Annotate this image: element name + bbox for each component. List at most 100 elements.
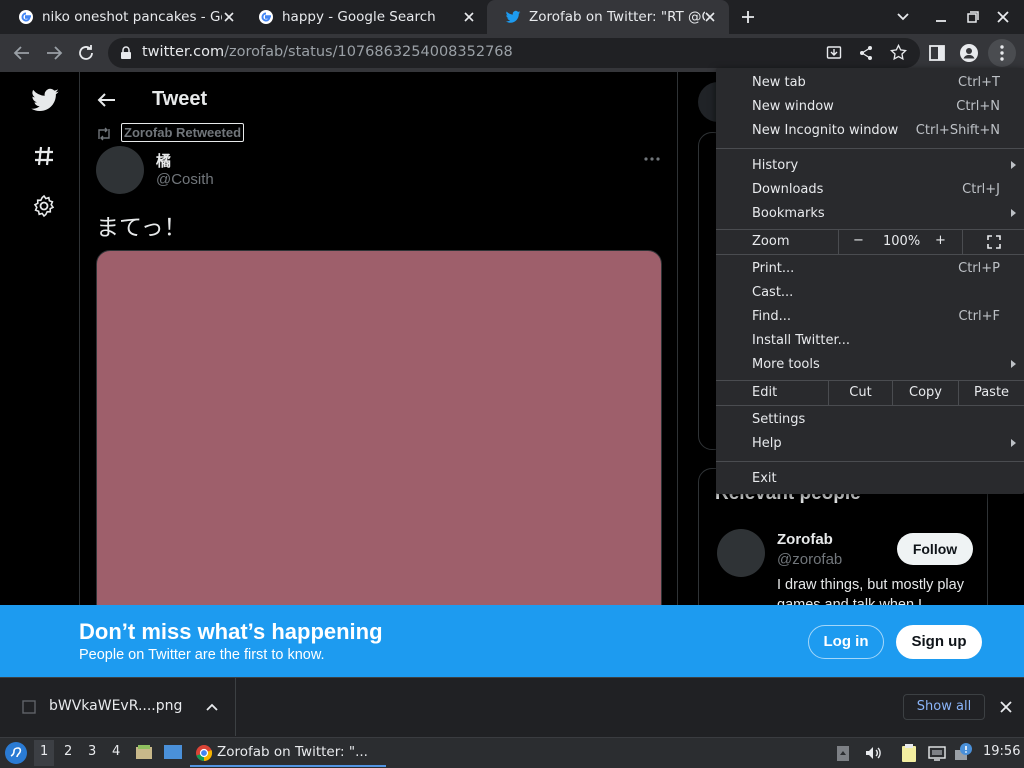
menu-label: Install Twitter... [752, 333, 851, 348]
signup-banner: Don’t miss what’s happening People on Tw… [0, 605, 1024, 677]
install-app-icon[interactable] [826, 45, 842, 61]
menu-shortcut: Ctrl+J [962, 182, 1000, 197]
file-manager-icon[interactable] [135, 743, 153, 761]
avatar[interactable] [717, 529, 765, 577]
menu-shortcut: Ctrl+N [956, 99, 1000, 114]
share-icon[interactable] [858, 45, 874, 61]
menu-item-exit[interactable]: Exit [716, 467, 1024, 491]
author-name[interactable]: 橘 [156, 150, 171, 171]
menu-item-settings[interactable]: Settings [716, 408, 1024, 432]
zoom-controls: − 100% + [838, 230, 962, 254]
menu-item-bookmarks[interactable]: Bookmarks [716, 202, 1024, 226]
menu-item-help[interactable]: Help [716, 432, 1024, 456]
menu-label: Edit [752, 385, 778, 400]
menu-label: Zoom [752, 234, 790, 249]
close-icon[interactable] [703, 10, 717, 24]
retweeted-by-label[interactable]: Zorofab Retweeted [121, 123, 245, 142]
settings-gear-icon[interactable] [32, 194, 56, 218]
update-notification-icon[interactable] [954, 742, 974, 762]
network-icon[interactable] [928, 744, 946, 762]
menu-item-incognito[interactable]: New Incognito window Ctrl+Shift+N [716, 119, 1024, 143]
workspace-1[interactable]: 1 [40, 744, 48, 759]
download-item[interactable]: bWVkaWEvR....png [0, 678, 236, 736]
menu-item-find[interactable]: Find... Ctrl+F [716, 305, 1024, 329]
restore-icon[interactable] [966, 10, 980, 24]
window-close-icon[interactable] [996, 10, 1010, 24]
menu-item-new-window[interactable]: New window Ctrl+N [716, 95, 1024, 119]
tab-search-chevron-icon[interactable] [896, 11, 910, 23]
explore-hashtag-icon[interactable] [32, 144, 56, 168]
menu-zoom-row: Zoom − 100% + [716, 230, 1024, 254]
twitter-logo-icon[interactable] [30, 88, 60, 114]
bookmark-star-icon[interactable] [890, 44, 907, 61]
google-icon [259, 10, 273, 24]
fullscreen-button[interactable] [962, 230, 1024, 254]
menu-label: New tab [752, 75, 806, 90]
more-options-icon[interactable] [644, 156, 660, 162]
menu-item-more-tools[interactable]: More tools [716, 353, 1024, 377]
browser-toolbar: twitter.com/zorofab/status/1076863254008… [0, 34, 1024, 72]
close-icon[interactable] [1000, 701, 1012, 713]
login-button[interactable]: Log in [808, 625, 884, 659]
menu-label: New Incognito window [752, 123, 899, 138]
copy-button[interactable]: Copy [892, 381, 958, 405]
clipboard-icon[interactable] [836, 744, 850, 762]
follow-button[interactable]: Follow [897, 533, 973, 565]
person-name[interactable]: Zorofab [777, 531, 833, 548]
chrome-menu-button[interactable] [988, 39, 1016, 67]
minimize-icon[interactable] [934, 11, 948, 23]
cut-button[interactable]: Cut [828, 381, 892, 405]
profile-icon[interactable] [959, 43, 979, 63]
zoom-level: 100% [883, 234, 921, 249]
menu-item-history[interactable]: History [716, 154, 1024, 178]
menu-separator [716, 405, 1024, 406]
notes-icon[interactable] [900, 743, 918, 763]
back-arrow-icon[interactable] [96, 92, 116, 108]
menu-shortcut: Ctrl+Shift+N [915, 123, 1000, 138]
forward-arrow-icon[interactable] [44, 43, 64, 63]
address-bar[interactable]: twitter.com/zorofab/status/1076863254008… [108, 38, 920, 68]
side-panel-icon[interactable] [927, 43, 947, 63]
show-all-button[interactable]: Show all [903, 694, 985, 720]
chevron-up-icon[interactable] [206, 702, 218, 712]
menu-shortcut: Ctrl+P [958, 261, 1000, 276]
lock-icon[interactable] [120, 46, 132, 60]
person-handle[interactable]: @zorofab [777, 551, 842, 568]
tab-happy-search[interactable]: happy - Google Search [240, 0, 488, 34]
menu-item-new-tab[interactable]: New tab Ctrl+T [716, 71, 1024, 95]
workspace-2[interactable]: 2 [64, 744, 72, 759]
zoom-out-button[interactable]: − [853, 233, 864, 248]
banner-subtitle: People on Twitter are the first to know. [79, 647, 325, 663]
tab-zorofab-twitter[interactable]: Zorofab on Twitter: "RT @Cosith [487, 0, 729, 34]
workspace-3[interactable]: 3 [88, 744, 96, 759]
menu-item-install[interactable]: Install Twitter... [716, 329, 1024, 353]
paste-button[interactable]: Paste [958, 381, 1024, 405]
submenu-arrow-icon [1011, 439, 1016, 447]
taskbar-window-chrome[interactable]: Zorofab on Twitter: "... [190, 739, 386, 767]
reload-icon[interactable] [76, 43, 96, 63]
start-menu-icon[interactable] [5, 742, 27, 764]
menu-separator [716, 254, 1024, 255]
menu-item-print[interactable]: Print... Ctrl+P [716, 257, 1024, 281]
app-launcher-icon [10, 747, 22, 758]
close-icon[interactable] [222, 10, 236, 24]
new-tab-plus-icon[interactable] [740, 9, 756, 25]
menu-item-downloads[interactable]: Downloads Ctrl+J [716, 178, 1024, 202]
tab-niko-search[interactable]: niko oneshot pancakes - Google Search [0, 0, 248, 34]
twitter-icon [505, 10, 521, 23]
tab-strip: niko oneshot pancakes - Google Search ha… [0, 0, 1024, 34]
workspace-4[interactable]: 4 [112, 744, 120, 759]
volume-icon[interactable] [864, 744, 882, 762]
back-arrow-icon[interactable] [12, 43, 32, 63]
author-handle[interactable]: @Cosith [156, 171, 214, 188]
zoom-in-button[interactable]: + [935, 233, 946, 248]
tweet-column: Tweet Zorofab Retweeted 橘 @Cosith まてっ！ [80, 72, 678, 677]
menu-label: Exit [752, 471, 777, 486]
avatar[interactable] [96, 146, 144, 194]
menu-item-cast[interactable]: Cast... [716, 281, 1024, 305]
signup-button[interactable]: Sign up [896, 625, 982, 659]
url-text: twitter.com/zorofab/status/1076863254008… [142, 44, 513, 60]
clock: 19:56 [983, 744, 1021, 759]
desktop-icon[interactable] [163, 744, 183, 760]
close-icon[interactable] [462, 10, 476, 24]
